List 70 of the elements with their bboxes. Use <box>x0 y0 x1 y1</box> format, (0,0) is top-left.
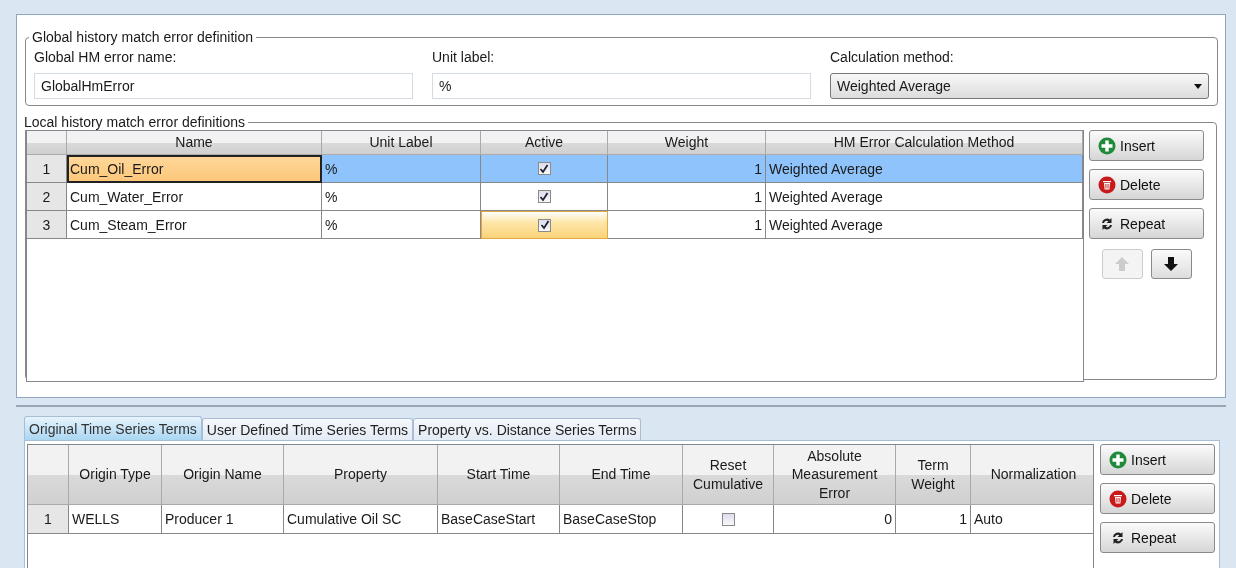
table-cell: % <box>322 183 481 211</box>
method-dropdown[interactable]: Weighted Average <box>830 73 1209 99</box>
column-header[interactable]: Start Time <box>438 445 560 505</box>
tab[interactable]: User Defined Time Series Terms <box>201 418 414 440</box>
column-header[interactable]: Active <box>481 131 608 155</box>
table-cell: % <box>322 155 481 183</box>
table-cell: WELLS <box>69 505 162 534</box>
column-header[interactable]: Term Weight <box>896 445 971 505</box>
table-cell: BaseCaseStop <box>560 505 683 534</box>
table-cell: 1 <box>608 155 766 183</box>
column-header[interactable]: Absolute Measurement Error <box>774 445 896 505</box>
column-header[interactable]: Property <box>284 445 438 505</box>
table-cell: Cum_Water_Error <box>67 183 322 211</box>
corner-header <box>27 131 67 155</box>
row-number[interactable]: 1 <box>27 155 67 183</box>
move-down-button[interactable] <box>1150 249 1192 279</box>
column-header[interactable]: HM Error Calculation Method <box>766 131 1083 155</box>
table-cell: Weighted Average <box>766 211 1083 239</box>
table-cell: Auto <box>971 505 1093 534</box>
repeat-button[interactable]: Repeat <box>1100 522 1215 553</box>
table-cell: Weighted Average <box>766 155 1083 183</box>
table-cell: Producer 1 <box>162 505 284 534</box>
delete-button[interactable]: Delete <box>1100 483 1215 514</box>
row-number[interactable]: 1 <box>28 505 69 534</box>
row-number[interactable]: 2 <box>27 183 67 211</box>
field-label: Unit label: <box>432 49 496 65</box>
checkbox[interactable] <box>721 512 735 526</box>
up-arrow-icon <box>1114 256 1130 272</box>
checkbox[interactable] <box>538 218 551 232</box>
column-header[interactable]: Origin Name <box>162 445 284 505</box>
table-cell: 0 <box>774 505 896 534</box>
table-cell: Weighted Average <box>766 183 1083 211</box>
insert-button[interactable]: Insert <box>1089 130 1204 161</box>
table-cell[interactable] <box>481 211 608 239</box>
caret-icon <box>1194 83 1202 89</box>
trash-icon <box>1109 489 1127 508</box>
table-cell: 1 <box>608 211 766 239</box>
unit-field[interactable]: % <box>432 73 811 99</box>
tab[interactable]: Property vs. Distance Series Terms <box>413 418 642 440</box>
down-arrow-icon <box>1163 256 1179 272</box>
column-header[interactable]: Normalization <box>971 445 1093 505</box>
table-cell: Cum_Steam_Error <box>67 211 322 239</box>
field-label: Calculation method: <box>830 49 955 65</box>
group-title: Local history match error definitions <box>23 114 246 130</box>
field-label: Global HM error name: <box>34 49 178 65</box>
plus-icon <box>1098 136 1116 155</box>
column-header[interactable]: Name <box>67 131 322 155</box>
insert-button[interactable]: Insert <box>1100 444 1215 475</box>
table-cell: 1 <box>608 183 766 211</box>
table-cell: Cumulative Oil SC <box>284 505 438 534</box>
column-header[interactable]: Unit Label <box>322 131 481 155</box>
column-header[interactable]: End Time <box>560 445 683 505</box>
delete-button[interactable]: Delete <box>1089 169 1204 200</box>
plus-icon <box>1109 450 1127 469</box>
column-header[interactable]: Origin Type <box>69 445 162 505</box>
group-title: Global history match error definition <box>31 29 254 45</box>
checkbox[interactable] <box>537 162 551 175</box>
corner-header <box>28 445 69 505</box>
repeat-button[interactable]: Repeat <box>1089 208 1204 239</box>
column-header[interactable]: Weight <box>608 131 766 155</box>
table-cell: 1 <box>896 505 971 534</box>
checkbox[interactable] <box>537 190 551 203</box>
column-header[interactable]: Reset Cumulative <box>683 445 774 505</box>
name-field[interactable]: GlobalHmError <box>34 73 413 99</box>
row-number[interactable]: 3 <box>27 211 67 239</box>
table-cell: BaseCaseStart <box>438 505 560 534</box>
tab[interactable]: Original Time Series Terms <box>24 416 202 440</box>
table-cell[interactable] <box>481 155 608 183</box>
table-cell: Cum_Oil_Error <box>67 155 322 183</box>
trash-icon <box>1098 175 1116 194</box>
